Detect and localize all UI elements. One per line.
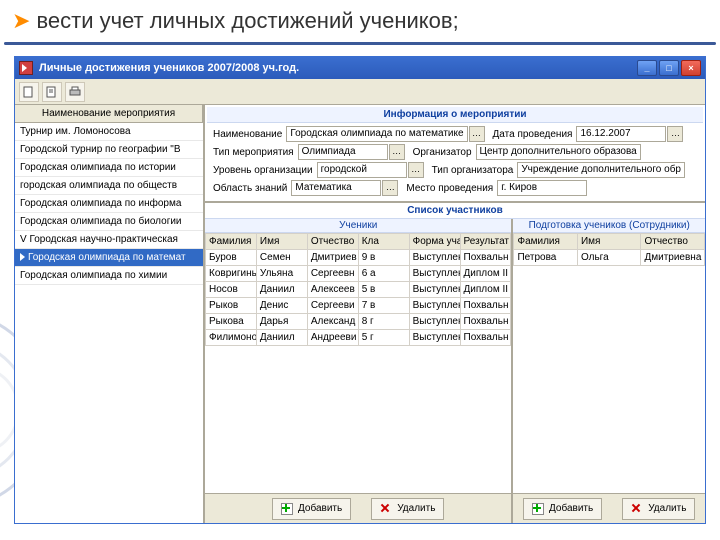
table-row[interactable]: РыковаДарьяАлександ8 гВыступлениеПохваль… (206, 314, 511, 330)
table-row[interactable]: КовригиныхУльянаСергеевн6 аВыступлениеДи… (206, 266, 511, 282)
info-field: Тип организатораУчреждение дополнительно… (428, 162, 685, 178)
info-label: Дата проведения (489, 127, 577, 142)
event-row[interactable]: V Городская научно-практическая (15, 231, 203, 249)
participants-split: Ученики ФамилияИмяОтчествоКлаФорма участ… (205, 219, 705, 523)
add-icon (281, 503, 293, 515)
staff-subhead: Подготовка учеников (Сотрудники) (513, 219, 705, 233)
students-pane: Ученики ФамилияИмяОтчествоКлаФорма участ… (205, 219, 513, 523)
table-row[interactable]: РыковДенисСергееви7 вВыступлениеПохвальн (206, 298, 511, 314)
slide-heading: вести учет личных достижений учеников; (36, 8, 458, 34)
column-header[interactable]: Имя (577, 234, 641, 250)
info-label: Место проведения (402, 181, 497, 196)
info-value[interactable]: Центр дополнительного образова (476, 144, 641, 160)
info-label: Уровень организации (209, 163, 317, 178)
info-field: Дата проведения16.12.2007… (489, 126, 684, 142)
info-value[interactable]: Учреждение дополнительного обр (517, 162, 685, 178)
toolbar-doc-icon[interactable] (42, 82, 62, 102)
staff-pane: Подготовка учеников (Сотрудники) Фамилия… (513, 219, 705, 523)
info-value[interactable]: 16.12.2007 (576, 126, 666, 142)
staff-grid[interactable]: ФамилияИмяОтчествоПетроваОльгаДмитриевна (513, 233, 705, 493)
info-field: Уровень организациигородской… (209, 162, 424, 178)
info-label: Тип мероприятия (209, 145, 298, 160)
column-header[interactable]: Имя (256, 234, 307, 250)
column-header[interactable]: Отчество (307, 234, 358, 250)
window-title: Личные достижения учеников 2007/2008 уч.… (39, 62, 637, 74)
window-buttons: _ □ × (637, 60, 701, 76)
info-field: НаименованиеГородская олимпиада по матем… (209, 126, 485, 142)
staff-delete-button[interactable]: Удалить (622, 498, 695, 520)
lookup-button[interactable]: … (469, 126, 485, 142)
column-header[interactable]: Кла (358, 234, 409, 250)
events-list-body[interactable]: Турнир им. ЛомоносоваГородской турнир по… (15, 123, 203, 523)
info-label: Тип организатора (428, 163, 518, 178)
event-row[interactable]: Городская олимпиада по биологии (15, 213, 203, 231)
app-icon (19, 61, 33, 75)
event-info-box: Информация о мероприятии НаименованиеГор… (205, 105, 705, 203)
staff-add-button[interactable]: Добавить (523, 498, 602, 520)
participants-title: Список участников (205, 203, 705, 219)
participants-box: Список участников Ученики ФамилияИмяОтче… (205, 203, 705, 523)
events-list-pane: Наименование мероприятия Турнир им. Ломо… (15, 105, 205, 523)
event-row[interactable]: Городская олимпиада по химии (15, 267, 203, 285)
info-value[interactable]: Олимпиада (298, 144, 388, 160)
right-pane: Информация о мероприятии НаименованиеГор… (205, 105, 705, 523)
workarea: Наименование мероприятия Турнир им. Ломо… (15, 105, 705, 523)
info-field: Тип мероприятияОлимпиада… (209, 144, 405, 160)
bullet-icon: ➤ (12, 8, 30, 34)
add-icon (532, 503, 544, 515)
slide-header: ➤ вести учет личных достижений учеников; (0, 0, 720, 42)
app-window: Личные достижения учеников 2007/2008 уч.… (14, 56, 706, 524)
info-value[interactable]: городской (317, 162, 407, 178)
info-label: Область знаний (209, 181, 291, 196)
info-label: Организатор (409, 145, 476, 160)
delete-icon (631, 503, 643, 515)
info-title: Информация о мероприятии (207, 107, 703, 123)
toolbar-new-icon[interactable] (19, 82, 39, 102)
column-header[interactable]: Фамилия (206, 234, 257, 250)
column-header[interactable]: Отчество (641, 234, 705, 250)
staff-buttons: Добавить Удалить (513, 493, 705, 523)
table-row[interactable]: ФилимоновДаниилАндрееви5 гВыступлениеПох… (206, 330, 511, 346)
lookup-button[interactable]: … (389, 144, 405, 160)
lookup-button[interactable]: … (408, 162, 424, 178)
info-value[interactable]: г. Киров (497, 180, 587, 196)
column-header[interactable]: Фамилия (514, 234, 578, 250)
students-add-button[interactable]: Добавить (272, 498, 351, 520)
toolbar-print-icon[interactable] (65, 82, 85, 102)
info-label: Наименование (209, 127, 286, 142)
event-row[interactable]: Городской турнир по географии "В (15, 141, 203, 159)
event-row[interactable]: Городская олимпиада по истории (15, 159, 203, 177)
students-grid[interactable]: ФамилияИмяОтчествоКлаФорма участияРезуль… (205, 233, 511, 493)
event-row[interactable]: Городская олимпиада по информа (15, 195, 203, 213)
info-field: Место проведенияг. Киров (402, 180, 587, 196)
students-subhead: Ученики (205, 219, 511, 233)
maximize-button[interactable]: □ (659, 60, 679, 76)
students-delete-button[interactable]: Удалить (371, 498, 444, 520)
table-row[interactable]: БуровСеменДмитриев9 вВыступлениеПохвальн (206, 250, 511, 266)
minimize-button[interactable]: _ (637, 60, 657, 76)
close-button[interactable]: × (681, 60, 701, 76)
info-field: Область знанийМатематика… (209, 180, 398, 196)
table-row[interactable]: ПетроваОльгаДмитриевна (514, 250, 705, 266)
event-row[interactable]: Городская олимпиада по математ (15, 249, 203, 267)
event-row[interactable]: Турнир им. Ломоносова (15, 123, 203, 141)
lookup-button[interactable]: … (382, 180, 398, 196)
lookup-button[interactable]: … (667, 126, 683, 142)
table-row[interactable]: НосовДаниилАлексеев5 вВыступлениеДиплом … (206, 282, 511, 298)
event-row[interactable]: городская олимпиада по обществ (15, 177, 203, 195)
events-list-header: Наименование мероприятия (15, 105, 203, 123)
info-value[interactable]: Городская олимпиада по математике (286, 126, 467, 142)
toolbar (15, 79, 705, 105)
info-value[interactable]: Математика (291, 180, 381, 196)
info-field: ОрганизаторЦентр дополнительного образов… (409, 144, 641, 160)
column-header[interactable]: Результат (460, 234, 511, 250)
header-underline (4, 42, 716, 45)
delete-icon (380, 503, 392, 515)
info-grid: НаименованиеГородская олимпиада по матем… (207, 123, 703, 199)
titlebar[interactable]: Личные достижения учеников 2007/2008 уч.… (15, 57, 705, 79)
students-buttons: Добавить Удалить (205, 493, 511, 523)
column-header[interactable]: Форма участия (409, 234, 460, 250)
